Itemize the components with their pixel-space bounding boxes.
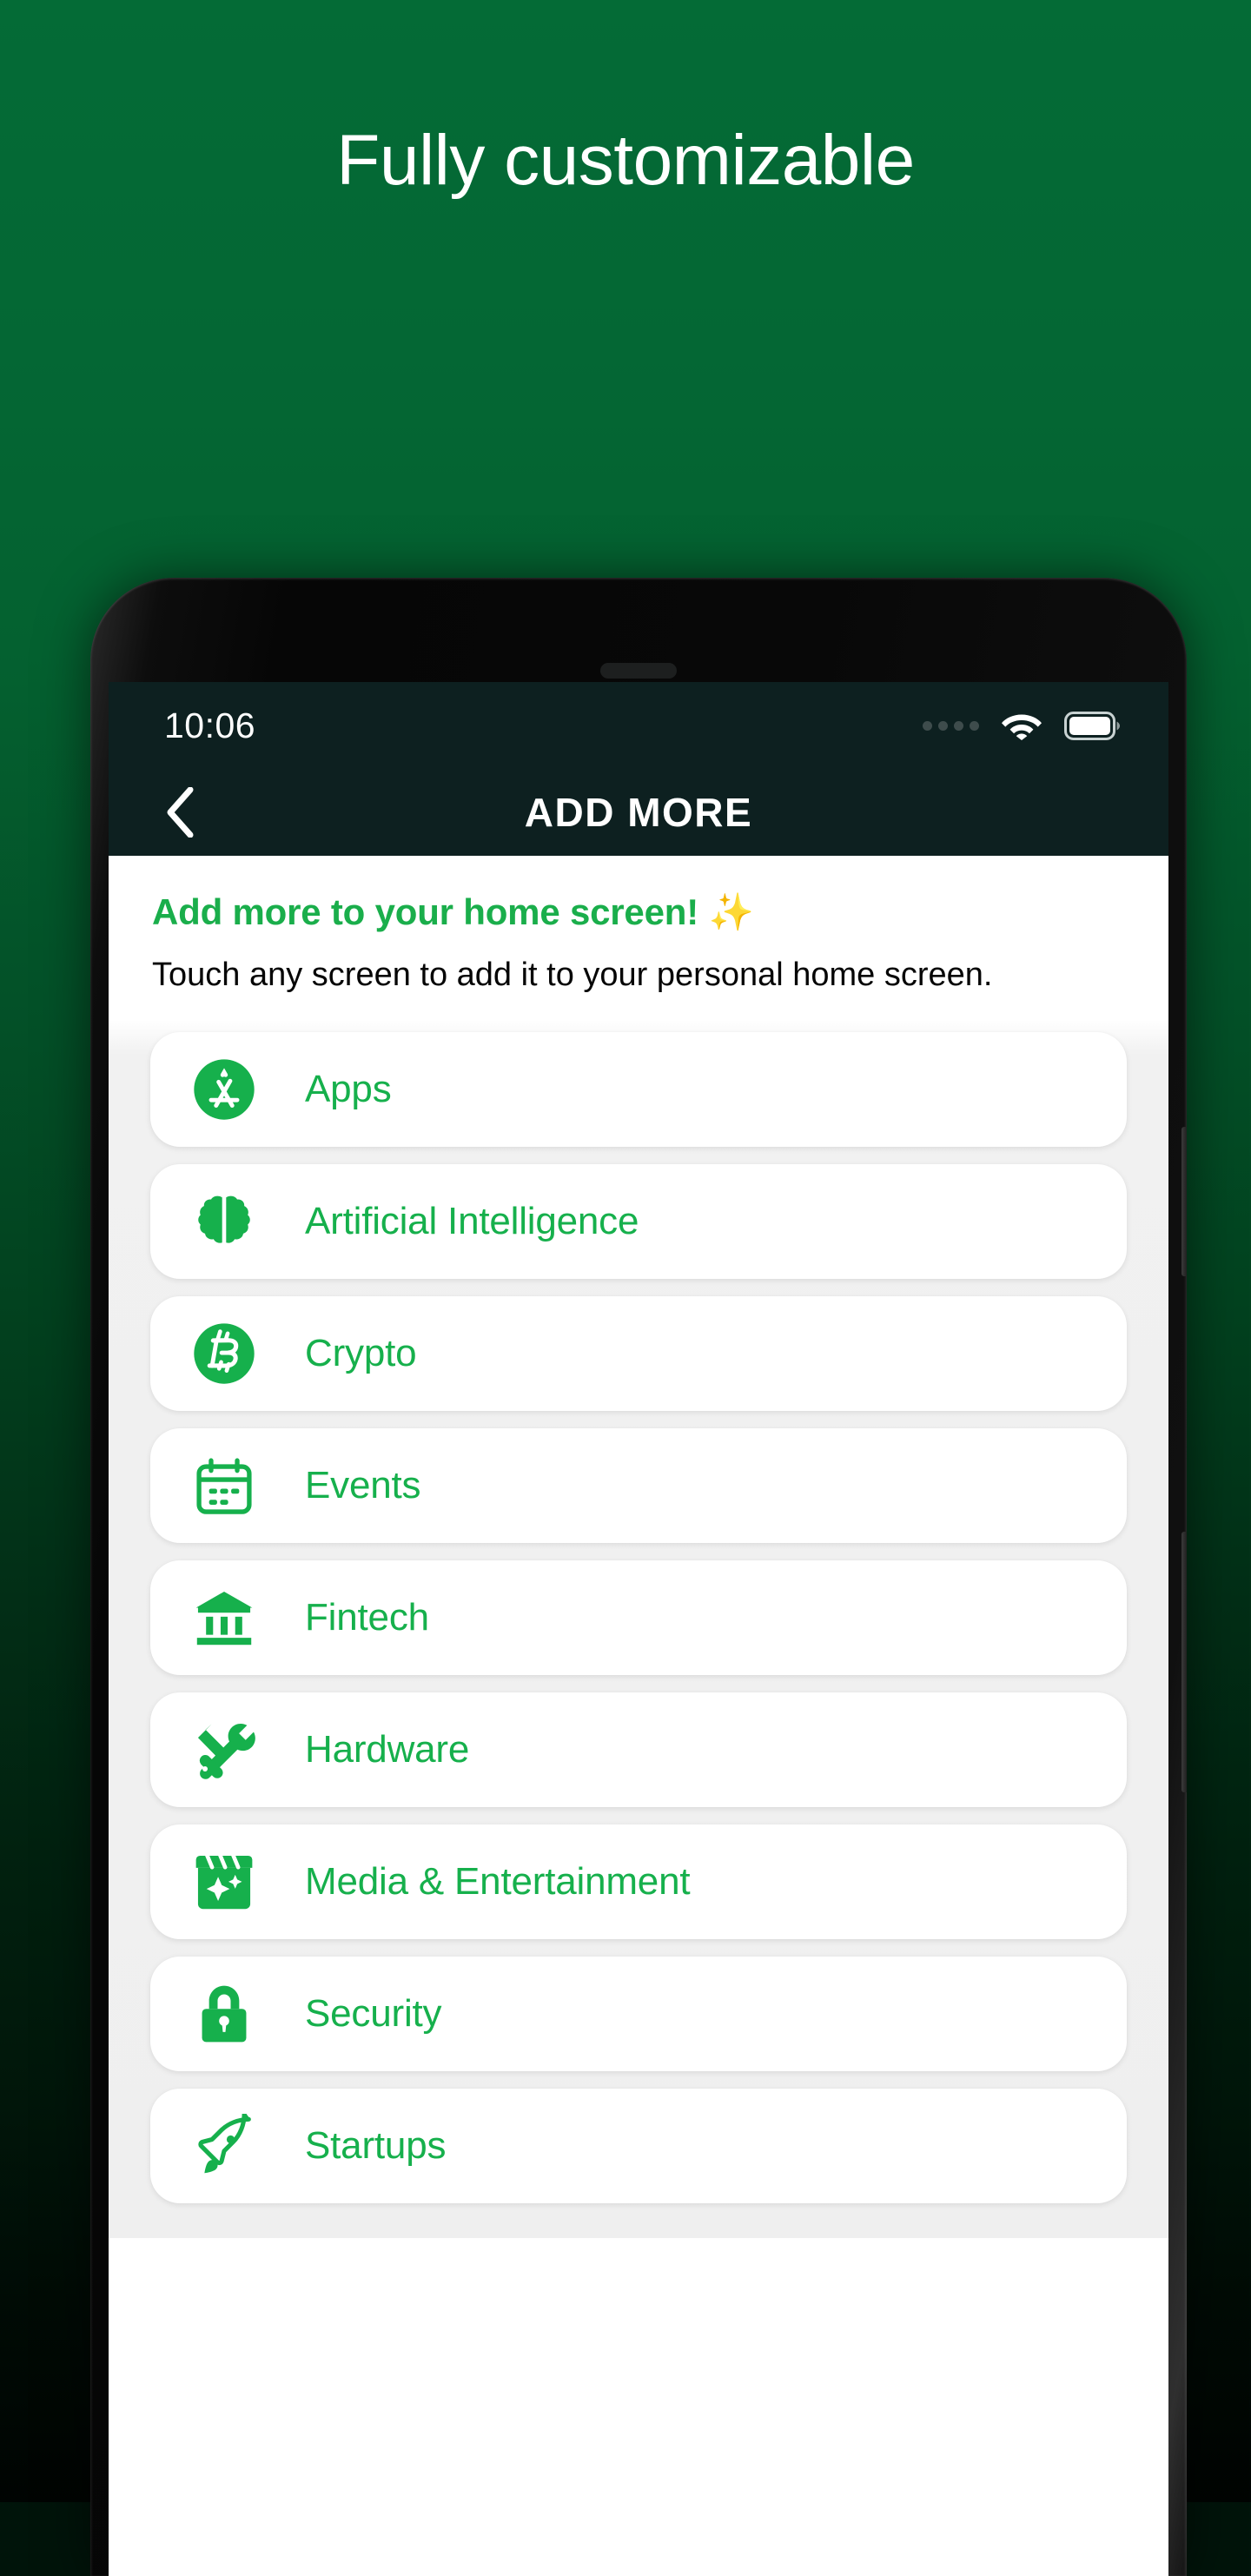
bitcoin-icon: [192, 1321, 256, 1386]
phone-volume-button: [1182, 1127, 1187, 1276]
phone-mockup-frame: 10:06 ADD MORE Add more to your home scr…: [90, 578, 1187, 2576]
category-label: Security: [305, 1991, 442, 2035]
category-card[interactable]: Security: [150, 1956, 1127, 2071]
calendar-icon: [192, 1454, 256, 1518]
battery-full-icon: [1064, 711, 1120, 740]
app-store-icon: [192, 1057, 256, 1122]
clapperboard-icon: [192, 1850, 256, 1914]
phone-screen: 10:06 ADD MORE Add more to your home scr…: [109, 682, 1168, 2576]
category-label: Apps: [305, 1067, 392, 1110]
category-list: Apps Artificial Intelligence Crypto Events F…: [109, 1019, 1168, 2238]
category-card[interactable]: Startups: [150, 2088, 1127, 2203]
nav-header: ADD MORE: [109, 769, 1168, 856]
phone-power-button: [1182, 1532, 1187, 1792]
back-button[interactable]: [152, 785, 208, 840]
signal-dots-icon: [923, 720, 979, 731]
rocket-icon: [192, 2114, 256, 2178]
promo-headline: Fully customizable: [336, 121, 915, 200]
intro-block: Add more to your home screen! ✨ Touch an…: [109, 856, 1168, 1020]
category-card[interactable]: Apps: [150, 1031, 1127, 1147]
tools-icon: [192, 1718, 256, 1782]
brain-icon: [192, 1189, 256, 1254]
status-bar: 10:06: [109, 682, 1168, 769]
category-label: Events: [305, 1463, 421, 1507]
phone-speaker-grille: [600, 663, 677, 679]
category-label: Crypto: [305, 1331, 417, 1374]
intro-subtitle: Touch any screen to add it to your perso…: [152, 957, 993, 994]
category-label: Startups: [305, 2123, 447, 2167]
intro-title: Add more to your home screen! ✨: [152, 891, 754, 932]
category-label: Media & Entertainment: [305, 1859, 691, 1903]
bank-icon: [192, 1586, 256, 1650]
status-time: 10:06: [164, 705, 256, 745]
status-icons: [923, 711, 1120, 740]
category-card[interactable]: Fintech: [150, 1560, 1127, 1675]
category-card[interactable]: Hardware: [150, 1692, 1127, 1807]
category-card[interactable]: Artificial Intelligence: [150, 1163, 1127, 1279]
chevron-left-icon: [167, 787, 194, 838]
category-label: Fintech: [305, 1595, 429, 1639]
lock-icon: [192, 1982, 256, 2046]
wifi-icon: [1002, 711, 1042, 740]
category-card[interactable]: Media & Entertainment: [150, 1824, 1127, 1939]
category-label: Hardware: [305, 1727, 470, 1771]
category-label: Artificial Intelligence: [305, 1199, 639, 1242]
category-card[interactable]: Events: [150, 1427, 1127, 1543]
category-card[interactable]: Crypto: [150, 1295, 1127, 1411]
screen-content: Add more to your home screen! ✨ Touch an…: [109, 856, 1168, 2576]
page-title: ADD MORE: [524, 790, 753, 835]
